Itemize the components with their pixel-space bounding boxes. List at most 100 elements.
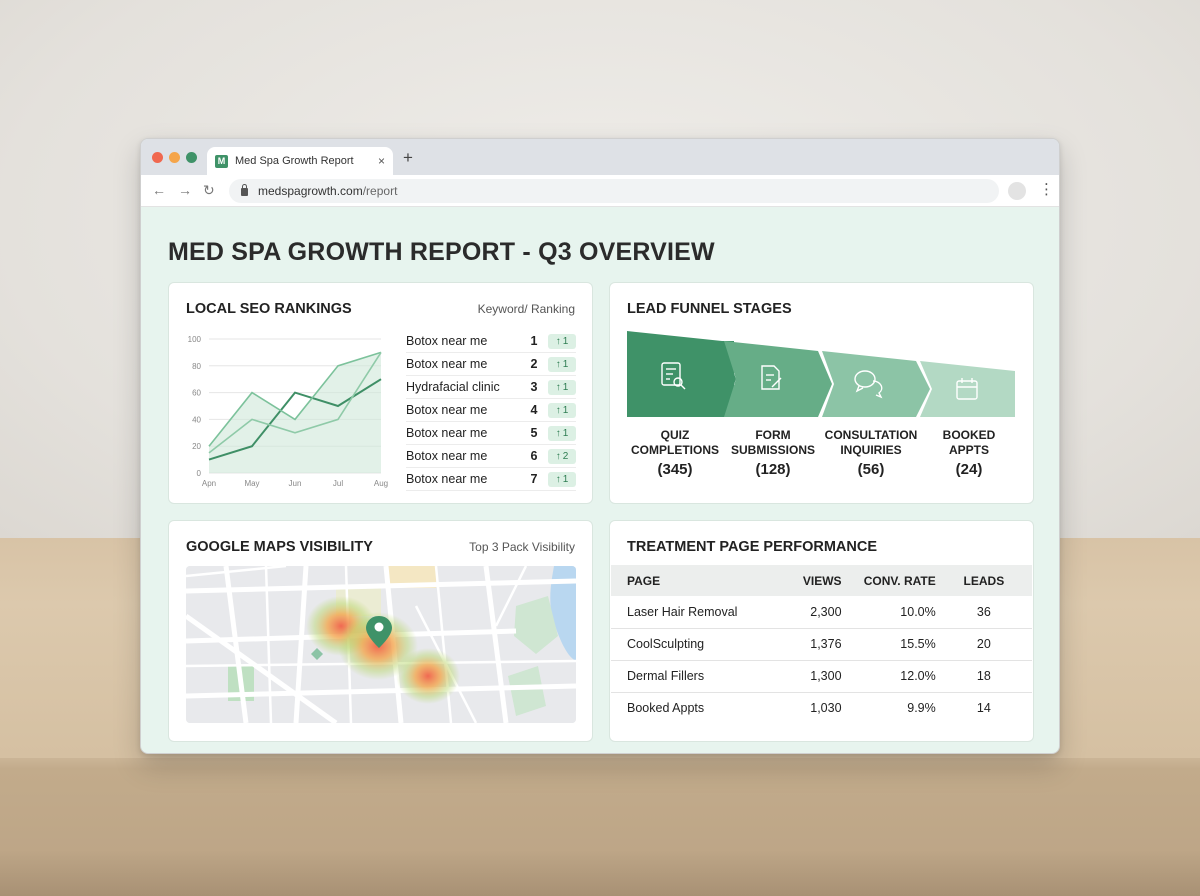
browser-window: M Med Spa Growth Report × + ← → ↻ medspa… bbox=[140, 138, 1060, 754]
rank-change-value: 1 bbox=[562, 427, 569, 439]
stage-label-line: APPTS bbox=[948, 443, 989, 457]
profile-avatar[interactable] bbox=[1008, 182, 1026, 200]
maximize-window-dot[interactable] bbox=[186, 152, 197, 163]
keyword-row[interactable]: Hydrafacial clinic 3 ↑ 1 bbox=[406, 376, 576, 399]
rank-change-badge: ↑ 1 bbox=[548, 402, 576, 418]
funnel-stage-count: (24) bbox=[955, 461, 983, 478]
x-tick-label: May bbox=[244, 479, 259, 488]
keyword-name: Botox near me bbox=[406, 403, 488, 417]
y-tick-label: 100 bbox=[188, 335, 202, 344]
address-bar[interactable]: medspagrowth.com/report bbox=[229, 179, 999, 203]
seo-rankings-card: LOCAL SEO RANKINGS Keyword/ Ranking 0 20 4… bbox=[168, 282, 593, 504]
rank-change-badge: ↑ 1 bbox=[548, 425, 576, 441]
table-cell: 1,030 bbox=[810, 701, 842, 716]
keyword-name: Botox near me bbox=[406, 334, 488, 348]
rank-change-badge: ↑ 1 bbox=[548, 356, 576, 372]
keyword-name: Botox near me bbox=[406, 357, 488, 371]
keyword-rank: 7 bbox=[530, 472, 538, 486]
y-tick-label: 80 bbox=[192, 362, 201, 371]
rank-change-badge: ↑ 2 bbox=[548, 448, 576, 464]
seo-line-chart: 0 20 40 60 80 100 Apn May Jun Jul Aug bbox=[188, 335, 388, 488]
table-cell: Dermal Fillers bbox=[611, 660, 782, 693]
reload-icon[interactable]: ↻ bbox=[203, 182, 215, 199]
table-cell: 15.5% bbox=[841, 628, 936, 661]
stage-label-line: BOOKED bbox=[942, 428, 996, 442]
table-row[interactable]: Laser Hair Removal 2,300 10.0% 36 bbox=[611, 596, 1032, 629]
y-tick-label: 0 bbox=[197, 469, 202, 478]
keyword-rank: 6 bbox=[530, 449, 538, 463]
shelf-shadow bbox=[0, 850, 1200, 896]
table-row[interactable]: Booked Appts 1,030 9.9% 14 bbox=[611, 692, 1032, 724]
performance-card-title: TREATMENT PAGE PERFORMANCE bbox=[627, 539, 877, 555]
x-tick-label: Apn bbox=[202, 479, 216, 488]
keyword-row[interactable]: Botox near me 7 ↑ 1 bbox=[406, 468, 576, 491]
table-cell: 1,300 bbox=[781, 660, 842, 693]
keyword-row[interactable]: Botox near me 2 ↑ 1 bbox=[406, 353, 576, 376]
funnel-stage-label: QUIZ COMPLETIONS bbox=[625, 428, 725, 458]
y-tick-label: 40 bbox=[192, 415, 201, 424]
stage-label-line: COMPLETIONS bbox=[630, 443, 719, 457]
rank-change-value: 1 bbox=[562, 335, 569, 347]
keyword-rank: 2 bbox=[530, 357, 538, 371]
browser-toolbar: ← → ↻ medspagrowth.com/report ⋮ bbox=[141, 175, 1059, 207]
column-header[interactable]: PAGE bbox=[611, 565, 782, 596]
column-header[interactable]: VIEWS bbox=[781, 565, 842, 596]
lock-icon bbox=[241, 184, 248, 196]
url-path: /report bbox=[362, 184, 398, 198]
stage-label-line: FORM bbox=[755, 428, 791, 442]
table-cell: 18 bbox=[935, 660, 1032, 693]
seo-card-title: LOCAL SEO RANKINGS bbox=[186, 301, 352, 317]
visibility-heatmap[interactable] bbox=[186, 566, 576, 723]
stage-label-line: INQUIRIES bbox=[840, 443, 902, 457]
column-header[interactable]: CONV. RATE bbox=[841, 565, 936, 596]
close-tab-icon[interactable]: × bbox=[378, 154, 385, 168]
keyword-name: Botox near me bbox=[406, 449, 488, 463]
table-cell: 20 bbox=[935, 628, 1032, 661]
x-tick-label: Jul bbox=[333, 479, 343, 488]
arrow-up-icon: ↑ bbox=[555, 404, 561, 416]
funnel-stage-2-shape bbox=[724, 341, 818, 417]
table-cell: 9.9% bbox=[907, 701, 936, 716]
close-window-dot[interactable] bbox=[152, 152, 163, 163]
funnel-diagram bbox=[627, 331, 1015, 417]
browser-tab[interactable]: M Med Spa Growth Report × bbox=[207, 147, 393, 175]
table-row[interactable]: Dermal Fillers 1,300 12.0% 18 bbox=[611, 660, 1032, 693]
tab-bar: M Med Spa Growth Report × + bbox=[141, 139, 1059, 175]
keyword-rank: 4 bbox=[530, 403, 538, 417]
keyword-list: Botox near me 1 ↑ 1 Botox near me 2 ↑ 1 Hydrafac… bbox=[406, 330, 576, 491]
minimize-window-dot[interactable] bbox=[169, 152, 180, 163]
keyword-row[interactable]: Botox near me 1 ↑ 1 bbox=[406, 330, 576, 353]
menu-icon[interactable]: ⋮ bbox=[1039, 180, 1054, 198]
new-tab-button[interactable]: + bbox=[403, 148, 413, 168]
stage-label-line: CONSULTATION bbox=[824, 428, 918, 442]
funnel-stage-1-shape bbox=[627, 331, 722, 417]
arrow-up-icon: ↑ bbox=[555, 473, 561, 485]
table-cell: 10.0% bbox=[841, 596, 936, 629]
back-icon[interactable]: ← bbox=[152, 182, 166, 198]
rank-change-value: 1 bbox=[562, 381, 569, 393]
column-header[interactable]: LEADS bbox=[935, 565, 1032, 596]
table-row[interactable]: CoolSculpting 1,376 15.5% 20 bbox=[611, 628, 1032, 661]
maps-card-title: GOOGLE MAPS VISIBILITY bbox=[186, 539, 373, 555]
keyword-row[interactable]: Botox near me 4 ↑ 1 bbox=[406, 399, 576, 422]
table-cell: 36 bbox=[935, 596, 1032, 629]
funnel-stage-count: (56) bbox=[857, 461, 885, 478]
series-area bbox=[209, 352, 381, 473]
table-cell: 2,300 bbox=[781, 596, 842, 629]
arrow-up-icon: ↑ bbox=[555, 381, 561, 393]
keyword-row[interactable]: Botox near me 6 ↑ 2 bbox=[406, 445, 576, 468]
funnel-stage-label: FORM SUBMISSIONS bbox=[723, 428, 823, 458]
rank-change-value: 1 bbox=[562, 358, 569, 370]
rank-change-badge: ↑ 1 bbox=[548, 471, 576, 487]
seo-card-subtitle: Keyword/ Ranking bbox=[477, 302, 575, 316]
table-cell: CoolSculpting bbox=[611, 628, 782, 661]
stage-label-line: SUBMISSIONS bbox=[730, 443, 815, 457]
table-cell: Laser Hair Removal bbox=[611, 596, 782, 629]
funnel-stage-4-shape bbox=[920, 361, 1015, 417]
arrow-up-icon: ↑ bbox=[555, 450, 561, 462]
lead-funnel-card: LEAD FUNNEL STAGES QUIZ COMPLETIONS (345… bbox=[609, 282, 1034, 504]
funnel-stage-label: BOOKED APPTS bbox=[919, 428, 1019, 458]
y-tick-label: 20 bbox=[192, 442, 201, 451]
keyword-row[interactable]: Botox near me 5 ↑ 1 bbox=[406, 422, 576, 445]
forward-icon[interactable]: → bbox=[178, 182, 192, 198]
